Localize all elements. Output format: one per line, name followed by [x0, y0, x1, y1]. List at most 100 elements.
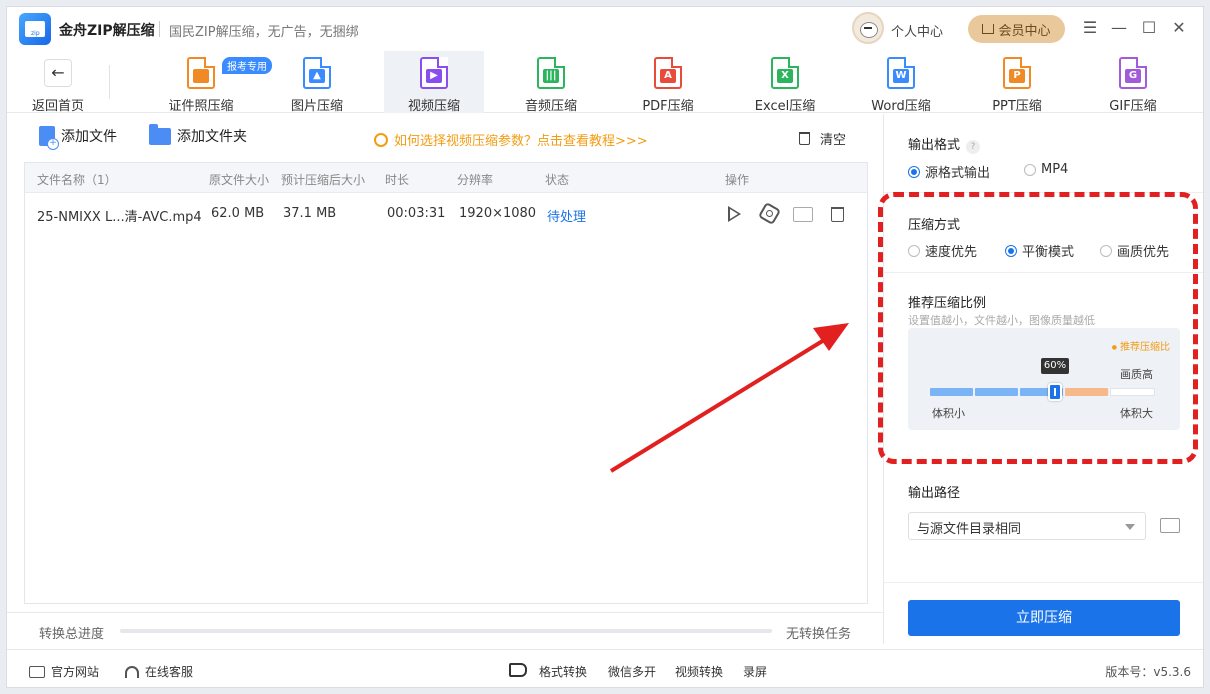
tab-gif-file[interactable]: G GIF压缩 [1083, 51, 1183, 114]
table-header: 文件名称（1） 原文件大小 预计压缩后大小 时长 分辨率 状态 操作 [25, 163, 867, 193]
compress-now-button[interactable]: 立即压缩 [908, 600, 1180, 636]
tutorial-link[interactable]: 如何选择视频压缩参数？点击查看教程>>> [374, 130, 648, 149]
progress-status: 无转换任务 [786, 627, 852, 642]
tab-label: PDF压缩 [642, 99, 694, 114]
title-divider [159, 21, 160, 37]
radio-source-format-label: 源格式输出 [925, 166, 991, 181]
col-filename: 文件名称（1） [37, 173, 117, 187]
settings-icon[interactable] [757, 201, 782, 226]
word-file-icon: W [887, 57, 915, 89]
table-row[interactable]: 25-NMIXX L...清-AVC.mp4 62.0 MB 37.1 MB 0… [25, 193, 867, 235]
wechat-multi-link[interactable]: 微信多开 [608, 663, 656, 680]
annotation-highlight-box [878, 192, 1198, 464]
chevron-down-icon [1125, 524, 1135, 530]
format-convert-link[interactable]: 格式转换 [539, 663, 587, 680]
file-table: 文件名称（1） 原文件大小 预计压缩后大小 时长 分辨率 状态 操作 25-NM… [24, 162, 868, 604]
monitor-icon [29, 665, 45, 678]
arrow-left-icon: ← [44, 59, 72, 87]
app-name: 金舟ZIP解压缩 [59, 23, 155, 39]
back-home-label: 返回首页 [31, 99, 84, 114]
tab-image-file[interactable]: ▲ 图片压缩 [267, 51, 367, 114]
image-file-icon: ▲ [303, 57, 331, 89]
open-folder-icon[interactable] [793, 205, 813, 223]
menu-icon[interactable]: ☰ [1079, 17, 1101, 39]
megaphone-icon [509, 663, 527, 677]
minimize-icon[interactable]: — [1108, 17, 1130, 39]
tab-video-file[interactable]: ▶ 视频压缩 [384, 51, 484, 114]
browse-folder-icon[interactable] [1160, 518, 1180, 533]
nav-divider [109, 65, 110, 99]
clear-label: 清空 [820, 133, 847, 148]
radio-dot-icon [1024, 163, 1036, 176]
play-icon[interactable] [725, 205, 743, 223]
col-duration: 时长 [385, 173, 410, 187]
tab-label: GIF压缩 [1109, 99, 1157, 114]
crown-icon [982, 24, 995, 34]
progress-track [120, 629, 772, 633]
maximize-icon[interactable]: ☐ [1138, 17, 1160, 39]
file-size: 62.0 MB [211, 206, 265, 221]
col-original-size: 原文件大小 [209, 173, 270, 187]
online-service-label: 在线客服 [145, 665, 194, 679]
tab-word-file[interactable]: W Word压缩 [851, 51, 951, 114]
output-path-title: 输出路径 [908, 486, 961, 501]
footer-bar: 官方网站 在线客服 格式转换 微信多开 视频转换 录屏 版本号：v5.3.6 [7, 649, 1203, 687]
tab-label: 视频压缩 [407, 99, 460, 114]
radio-dot-icon [908, 165, 920, 178]
tab-ppt-file[interactable]: P PPT压缩 [967, 51, 1067, 114]
clear-button[interactable]: 清空 [799, 129, 846, 148]
radio-source-format[interactable]: 源格式输出 [908, 162, 990, 181]
lightbulb-icon [374, 132, 388, 147]
output-path-value: 与源文件目录相同 [917, 522, 1022, 537]
video-convert-link[interactable]: 视频转换 [675, 663, 723, 680]
col-estimated-size: 预计压缩后大小 [281, 173, 366, 187]
close-icon[interactable]: ✕ [1168, 17, 1190, 39]
official-website-label: 官方网站 [51, 665, 100, 679]
help-icon[interactable]: ? [966, 140, 981, 154]
settings-panel: 输出格式? 源格式输出 MP4 压缩方式 速度优先 平衡模式 画质优先 推荐压缩… [878, 114, 1203, 644]
exam-badge: 报考专用 [222, 57, 272, 74]
online-service-link[interactable]: 在线客服 [125, 663, 193, 680]
tab-audio-file[interactable]: ||| 音频压缩 [501, 51, 601, 114]
excel-file-icon: X [771, 57, 799, 89]
output-format-title: 输出格式? [908, 134, 981, 154]
vip-label: 会员中心 [998, 23, 1051, 39]
ppt-file-icon: P [1003, 57, 1031, 89]
tutorial-label: 如何选择视频压缩参数？点击查看教程>>> [394, 134, 648, 149]
version-label: 版本号：v5.3.6 [1105, 665, 1191, 679]
audio-file-icon: ||| [537, 57, 565, 89]
headset-icon [125, 665, 139, 678]
tab-label: 证件照压缩 [168, 99, 234, 114]
tab-label: 图片压缩 [290, 99, 343, 114]
user-center-link[interactable]: 个人中心 [891, 21, 943, 40]
add-folder-icon [149, 123, 171, 145]
feature-tabs: ← 返回首页 证件照压缩 ▲ 图片压缩 ▶ 视频压缩 ||| 音频压缩 A PDF压缩 X Exce… [7, 51, 1203, 114]
delete-icon[interactable] [829, 205, 847, 223]
tab-excel-file[interactable]: X Excel压缩 [735, 51, 835, 114]
gif-file-icon: G [1119, 57, 1147, 89]
id-photo-icon [187, 57, 215, 89]
output-path-select[interactable]: 与源文件目录相同 [908, 512, 1146, 540]
col-resolution: 分辨率 [457, 173, 494, 187]
official-website-link[interactable]: 官方网站 [29, 663, 99, 680]
back-home-button[interactable]: ← 返回首页 [27, 59, 89, 114]
app-slogan: 国民ZIP解压缩，无广告，无捆绑 [169, 25, 359, 40]
screen-record-link[interactable]: 录屏 [743, 663, 767, 680]
add-file-button[interactable]: 添加文件 [39, 126, 117, 150]
divider [884, 582, 1203, 583]
file-name: 25-NMIXX L...清-AVC.mp4 [37, 210, 202, 225]
add-folder-button[interactable]: 添加文件夹 [149, 123, 247, 146]
file-status: 待处理 [547, 210, 587, 225]
output-format-label: 输出格式 [908, 138, 961, 153]
file-resolution: 1920×1080 [459, 206, 537, 221]
add-file-label: 添加文件 [61, 129, 117, 145]
radio-mp4[interactable]: MP4 [1024, 162, 1068, 177]
user-avatar-icon[interactable] [852, 12, 884, 44]
app-logo-icon [19, 13, 51, 45]
add-folder-label: 添加文件夹 [177, 129, 247, 145]
tab-pdf-file[interactable]: A PDF压缩 [618, 51, 718, 114]
progress-label: 转换总进度 [39, 627, 105, 642]
vip-center-button[interactable]: 会员中心 [968, 15, 1065, 43]
radio-mp4-label: MP4 [1041, 162, 1069, 177]
title-bar: 金舟ZIP解压缩 国民ZIP解压缩，无广告，无捆绑 个人中心 会员中心 ☰ — … [7, 7, 1203, 51]
